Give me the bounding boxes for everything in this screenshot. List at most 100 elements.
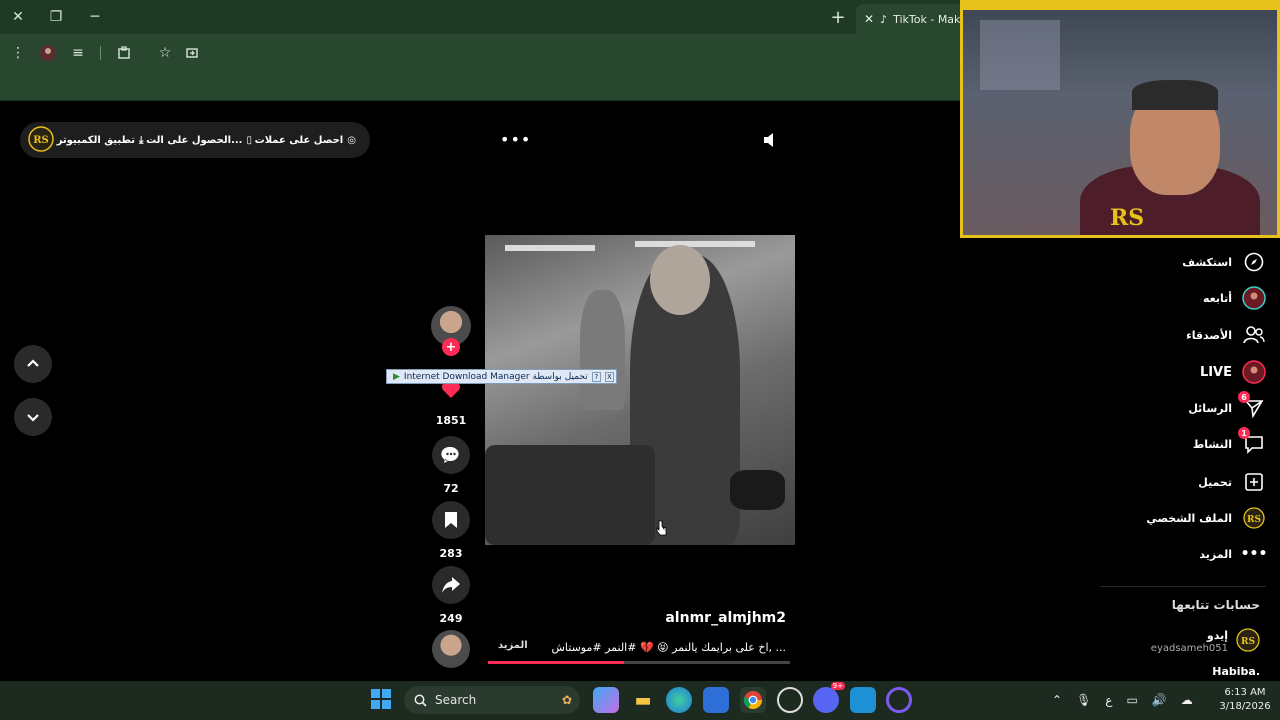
rs-logo-icon[interactable]: RS bbox=[28, 125, 54, 155]
gym-light bbox=[505, 245, 595, 251]
account-avatar: RS bbox=[1236, 628, 1260, 656]
photos-icon[interactable] bbox=[850, 687, 876, 713]
send-tab-icon[interactable] bbox=[178, 39, 206, 67]
account-name: Habiba. bbox=[1212, 665, 1260, 678]
save-count: 283 bbox=[439, 547, 463, 560]
following-avatar-icon bbox=[1242, 286, 1266, 310]
steam-icon[interactable] bbox=[777, 687, 803, 713]
bookmark-icon bbox=[432, 501, 470, 539]
sidebar-item-following[interactable]: أتابعه bbox=[1100, 283, 1266, 313]
sidebar-item-messages[interactable]: الرسائل 6 bbox=[1100, 391, 1266, 423]
following-account-item[interactable]: Habiba. bbox=[1100, 665, 1260, 678]
sidebar-item-upload[interactable]: تحميل bbox=[1100, 467, 1266, 497]
browser-tab-tiktok[interactable]: ✕ ♪ TikTok - Make bbox=[856, 4, 966, 34]
webcam-frame-border bbox=[960, 0, 1280, 238]
music-disc-avatar bbox=[432, 630, 470, 668]
dumbbell bbox=[730, 470, 785, 510]
sidebar-item-more[interactable]: المزيد ••• bbox=[1100, 539, 1268, 569]
comment-button[interactable]: 72 bbox=[432, 436, 470, 495]
clock-date: 3/18/2026 bbox=[1219, 701, 1271, 712]
like-button[interactable]: 1851 bbox=[432, 378, 470, 427]
next-video-button[interactable] bbox=[14, 398, 52, 436]
following-account-item[interactable]: إيدو eyadsameh051 RS bbox=[1100, 628, 1260, 656]
file-explorer-icon[interactable]: ▬ bbox=[630, 687, 656, 713]
live-icon bbox=[1242, 360, 1266, 384]
share-button[interactable]: 249 bbox=[432, 566, 470, 625]
discord-icon[interactable]: 9+ bbox=[813, 682, 845, 713]
save-button[interactable]: 283 bbox=[432, 501, 470, 560]
edge-icon[interactable] bbox=[666, 687, 692, 713]
extensions-icon[interactable] bbox=[110, 39, 138, 67]
desktop-app-button[interactable]: تطبيق الكمبيوتر ⤓ bbox=[57, 135, 144, 146]
share-count: 249 bbox=[439, 612, 463, 625]
windows-start-icon[interactable] bbox=[371, 689, 391, 709]
sound-creator-avatar[interactable] bbox=[432, 630, 470, 668]
coin-icon: ◎ bbox=[347, 134, 356, 146]
volume-icon[interactable]: 🔊 bbox=[1152, 693, 1167, 707]
sidebar-divider bbox=[1100, 586, 1266, 587]
network-icon[interactable]: ▭ bbox=[1126, 693, 1137, 707]
sound-icon[interactable] bbox=[760, 130, 780, 150]
sidebar-item-live[interactable]: LIVE bbox=[1100, 357, 1266, 387]
chrome-icon[interactable] bbox=[740, 687, 766, 713]
post-username[interactable]: alnmr_almjhm2 bbox=[600, 610, 786, 626]
taskbar-search[interactable]: Search ✿ bbox=[404, 686, 580, 714]
creator-avatar-button[interactable]: + bbox=[431, 306, 471, 356]
window-restore-button[interactable]: ❐ bbox=[42, 3, 70, 31]
sidebar-item-explore[interactable]: استكشف bbox=[1100, 247, 1266, 277]
microphone-icon[interactable]: 🎙 bbox=[1076, 693, 1091, 707]
language-indicator[interactable]: ع bbox=[1105, 693, 1112, 707]
window-minimize-button[interactable]: ─ bbox=[81, 3, 109, 31]
idm-play-icon: ▶ bbox=[393, 371, 400, 382]
clock-time: 6:13 AM bbox=[1224, 687, 1266, 698]
chevron-up-icon bbox=[27, 359, 39, 367]
gym-light bbox=[635, 241, 755, 247]
search-icon bbox=[414, 694, 427, 707]
idm-download-bar[interactable]: ▶ Internet Download Manager تحميل بواسطة… bbox=[386, 369, 617, 384]
profile-avatar-icon[interactable] bbox=[34, 39, 62, 67]
more-options-button[interactable]: ••• bbox=[500, 130, 530, 149]
weather-icon[interactable]: ☁ bbox=[1181, 693, 1193, 707]
post-caption: اخ على برايمك يالنمر 😝 💔 #النمر #موستاش,… bbox=[551, 641, 786, 654]
discord-badge: 9+ bbox=[830, 682, 845, 690]
idm-close-icon[interactable]: X bbox=[604, 371, 614, 382]
tray-overflow-icon[interactable]: ⌃ bbox=[1052, 693, 1062, 707]
chevron-down-icon bbox=[27, 414, 39, 422]
caption-more-button[interactable]: المزيد bbox=[498, 640, 528, 651]
browser-toolbar bbox=[0, 34, 960, 72]
follow-plus-icon[interactable]: + bbox=[442, 338, 460, 356]
download-icon: ⤓ bbox=[138, 134, 144, 146]
compass-icon bbox=[1242, 250, 1266, 274]
profile-avatar-icon: RS bbox=[1242, 506, 1266, 530]
taskbar-clock[interactable]: 6:13 AM 3/18/2026 bbox=[1218, 686, 1272, 714]
bookmark-star-icon[interactable]: ☆ bbox=[151, 39, 179, 67]
search-label: Search bbox=[435, 693, 477, 707]
svg-text:RS: RS bbox=[1247, 515, 1261, 525]
obs-icon[interactable] bbox=[886, 687, 912, 713]
main-person-head bbox=[650, 245, 710, 315]
store-icon[interactable] bbox=[703, 687, 729, 713]
sidebar-item-profile[interactable]: الملف الشخصي RS bbox=[1100, 503, 1266, 533]
svg-text:RS: RS bbox=[33, 135, 49, 146]
get-app-button[interactable]: الحصول على الت... ▯ bbox=[146, 135, 252, 146]
new-tab-button[interactable]: + bbox=[824, 3, 852, 31]
sidebar-item-friends[interactable]: الأصدقاء bbox=[1100, 320, 1266, 350]
copilot-icon[interactable] bbox=[593, 687, 619, 713]
previous-video-button[interactable] bbox=[14, 345, 52, 383]
tab-close-icon[interactable]: ✕ bbox=[864, 12, 874, 26]
sidebar-item-activity[interactable]: النشاط 1 bbox=[1100, 427, 1266, 459]
like-count: 1851 bbox=[435, 414, 467, 427]
idm-help-icon[interactable]: ? bbox=[591, 371, 601, 382]
friends-icon bbox=[1242, 323, 1266, 347]
video-progress-bar[interactable] bbox=[488, 661, 790, 664]
window-close-button[interactable]: ✕ bbox=[4, 3, 32, 31]
search-highlight-icon: ✿ bbox=[561, 693, 572, 707]
svg-text:RS: RS bbox=[1241, 637, 1255, 647]
video-player[interactable] bbox=[485, 235, 795, 545]
messages-badge: 6 bbox=[1238, 391, 1250, 403]
get-coins-button[interactable]: احصل على عملات ◎ bbox=[255, 135, 356, 146]
activity-badge: 1 bbox=[1238, 427, 1250, 439]
browser-menu-icon[interactable]: ⋮ bbox=[4, 39, 32, 67]
reading-list-icon[interactable]: ≡ bbox=[64, 39, 92, 67]
more-icon: ••• bbox=[1240, 546, 1268, 562]
